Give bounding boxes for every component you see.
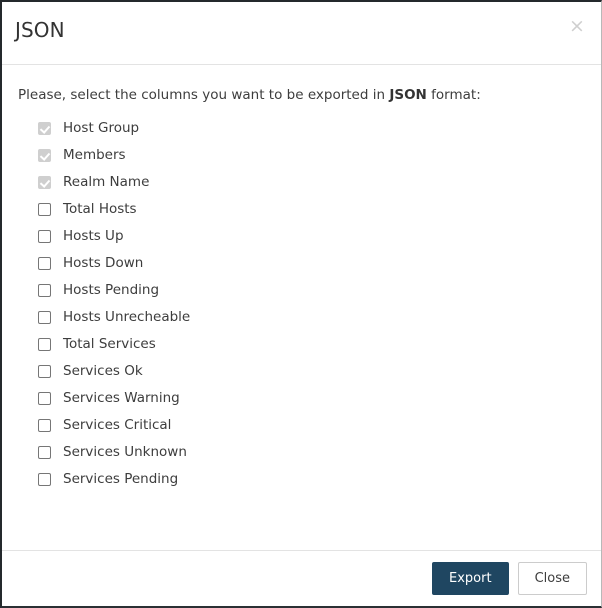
column-row[interactable]: Total Hosts [18, 196, 438, 223]
column-label: Services Critical [63, 416, 172, 433]
column-label: Members [63, 146, 126, 163]
column-label: Services Ok [63, 362, 143, 379]
column-row[interactable]: Realm Name [18, 169, 438, 196]
column-checkbox[interactable] [38, 311, 51, 324]
column-row[interactable]: Members [18, 142, 438, 169]
page-title: JSON [15, 18, 65, 42]
column-label: Services Pending [63, 470, 179, 487]
column-label: Services Unknown [63, 443, 187, 460]
modal-footer: Export Close [2, 550, 601, 606]
column-checkbox[interactable] [38, 419, 51, 432]
column-checkbox[interactable] [38, 473, 51, 486]
column-row[interactable]: Hosts Unrecheable [18, 304, 438, 331]
column-label: Hosts Pending [63, 281, 160, 298]
column-checkbox [38, 176, 51, 189]
column-row[interactable]: Services Warning [18, 385, 438, 412]
column-row[interactable]: Hosts Pending [18, 277, 438, 304]
column-label: Services Warning [63, 389, 180, 406]
column-row[interactable]: Services Ok [18, 358, 438, 385]
column-row[interactable]: Total Services [18, 331, 438, 358]
close-button[interactable]: Close [517, 562, 587, 595]
column-row[interactable]: Hosts Down [18, 250, 438, 277]
instruction-text: Please, select the columns you want to b… [18, 86, 481, 105]
modal-body: Please, select the columns you want to b… [2, 65, 601, 550]
column-checkbox[interactable] [38, 446, 51, 459]
instruction-suffix: format: [426, 87, 481, 103]
column-row[interactable]: Services Pending [18, 466, 438, 493]
column-checkbox[interactable] [38, 284, 51, 297]
column-row[interactable]: Host Group [18, 115, 438, 142]
column-checkbox[interactable] [38, 392, 51, 405]
close-icon[interactable]: × [565, 14, 589, 38]
instruction-prefix: Please, select the columns you want to b… [18, 87, 390, 103]
column-row[interactable]: Services Unknown [18, 439, 438, 466]
column-label: Hosts Up [63, 227, 124, 244]
modal-header: JSON × [2, 2, 601, 65]
column-label: Total Services [63, 335, 156, 352]
column-row[interactable]: Hosts Up [18, 223, 438, 250]
column-label: Host Group [63, 119, 140, 136]
column-checkbox[interactable] [38, 257, 51, 270]
instruction-format: JSON [389, 87, 427, 103]
column-checkbox[interactable] [38, 203, 51, 216]
column-label: Hosts Down [63, 254, 144, 271]
column-checkbox[interactable] [38, 230, 51, 243]
column-label: Hosts Unrecheable [63, 308, 191, 325]
column-checkbox [38, 122, 51, 135]
column-checkbox[interactable] [38, 365, 51, 378]
column-label: Realm Name [63, 173, 150, 190]
column-checkbox [38, 149, 51, 162]
export-button[interactable]: Export [432, 562, 509, 595]
column-checkbox-list: Host Group Members Realm Name Total Hosts Ho… [18, 115, 438, 493]
column-checkbox[interactable] [38, 338, 51, 351]
column-row[interactable]: Services Critical [18, 412, 438, 439]
json-export-modal: JSON × Please, select the columns you wa… [0, 0, 602, 608]
column-label: Total Hosts [63, 200, 137, 217]
